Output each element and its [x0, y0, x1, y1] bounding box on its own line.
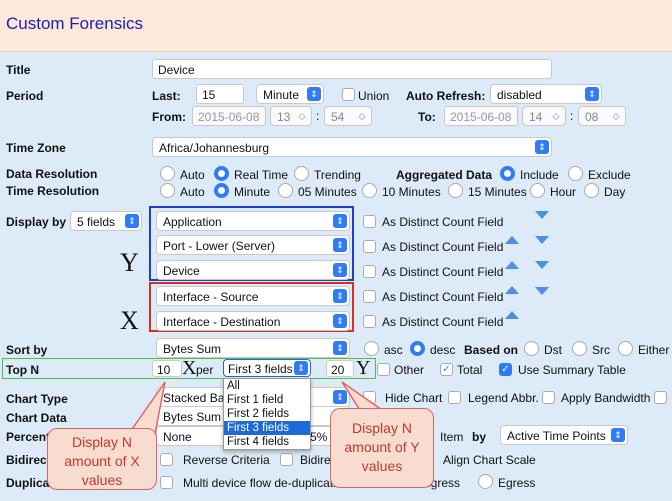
callout-x-text: Display N amount of X values: [64, 434, 140, 488]
callout-x: Display N amount of X values: [47, 428, 157, 490]
callout-y-text: Display N amount of Y values: [344, 420, 420, 474]
callout-y: Display N amount of Y values: [330, 408, 434, 488]
